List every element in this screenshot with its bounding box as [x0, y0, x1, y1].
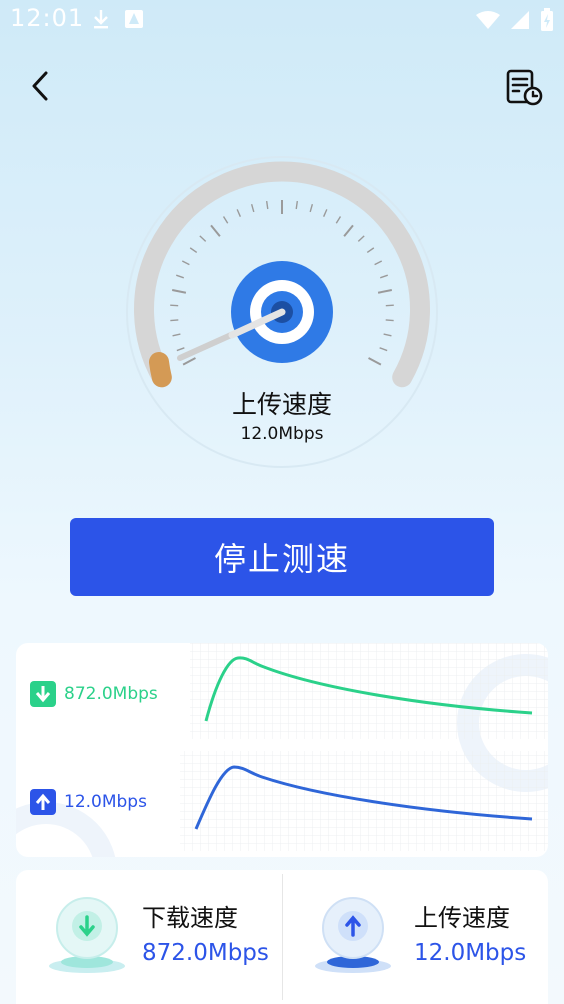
- chart-upload-speed: 12.0Mbps: [64, 792, 147, 812]
- result-download-title: 下载速度: [142, 904, 238, 932]
- chevron-left-icon: [32, 71, 48, 101]
- gauge-tick: [222, 216, 229, 224]
- wifi-icon: [476, 11, 500, 29]
- gauge-tick: [189, 247, 198, 254]
- stop-test-button[interactable]: 停止测速: [70, 518, 494, 596]
- gauge-tick: [176, 347, 185, 352]
- chart-upload-row: 12.0Mbps: [30, 789, 147, 815]
- result-upload-value: 12.0Mbps: [414, 940, 527, 966]
- gauge-tick: [383, 333, 392, 337]
- gauge-tick: [322, 209, 328, 217]
- gauge-tick: [357, 235, 365, 242]
- download-orb-icon: [49, 897, 125, 973]
- gauge-tick: [374, 260, 383, 266]
- gauge-tick: [236, 209, 242, 217]
- results-divider: [282, 874, 283, 1000]
- gauge-tick: [368, 357, 382, 366]
- gauge-tick: [199, 235, 207, 242]
- gauge-tick: [385, 319, 394, 322]
- gauge-tick: [295, 200, 299, 210]
- gauge-tick: [265, 200, 269, 210]
- arrow-down-icon: [30, 681, 56, 707]
- result-download-value: 872.0Mbps: [142, 940, 269, 966]
- upload-orb-icon: [315, 897, 391, 973]
- gauge-tick: [172, 333, 181, 337]
- gauge-tick: [210, 224, 221, 237]
- chart-download-row: 872.0Mbps: [30, 681, 158, 707]
- gauge-tick: [309, 204, 314, 213]
- gauge-tick: [250, 204, 255, 213]
- history-icon: [506, 69, 543, 106]
- status-bar: 12:01: [0, 0, 564, 40]
- gauge-tick: [171, 289, 187, 294]
- speed-chart-card: 872.0Mbps 12.0Mbps: [16, 643, 548, 857]
- results-card: 下载速度 872.0Mbps 上传速度 12.0Mbps: [16, 870, 548, 1004]
- gauge-tick: [377, 289, 393, 294]
- gauge-tick: [175, 274, 185, 279]
- gauge-tick: [379, 274, 389, 279]
- chart-download-speed: 872.0Mbps: [64, 684, 158, 704]
- result-upload-title: 上传速度: [414, 904, 510, 932]
- arrow-up-icon: [30, 789, 56, 815]
- battery-icon: [541, 8, 553, 31]
- speed-charts: [16, 643, 548, 857]
- status-notifications: [92, 8, 144, 30]
- gauge-progress: [149, 352, 172, 388]
- download-notification-icon: [94, 10, 108, 29]
- history-button[interactable]: [502, 66, 546, 110]
- gauge-tick: [379, 347, 388, 352]
- gauge-tick: [170, 319, 179, 322]
- gauge-title: 上传速度: [231, 390, 332, 419]
- app-notification-icon: [125, 10, 143, 28]
- gauge-tick: [335, 216, 342, 224]
- gauge-tick: [181, 260, 190, 266]
- gauge-tick: [343, 224, 354, 237]
- signal-icon: [511, 11, 529, 29]
- gauge-tick: [366, 247, 375, 254]
- gauge-value: 12.0Mbps: [240, 424, 324, 444]
- back-button[interactable]: [22, 66, 58, 106]
- status-system-icons: [476, 8, 554, 32]
- status-time: 12:01: [10, 4, 85, 32]
